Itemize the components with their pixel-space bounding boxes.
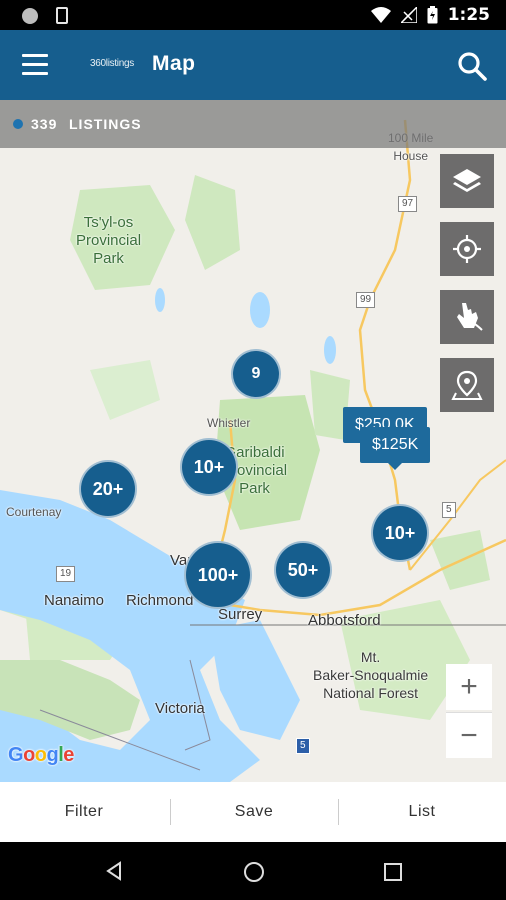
map-label-mt-baker: Mt. Baker-Snoqualmie National Forest	[313, 649, 429, 701]
menu-icon[interactable]	[22, 54, 48, 76]
app-bar: 360listings Map	[0, 30, 506, 100]
draw-button[interactable]	[440, 290, 494, 344]
locate-button[interactable]	[440, 222, 494, 276]
app-logo: 360listings	[90, 58, 134, 69]
map-background	[0, 119, 506, 782]
pin-button[interactable]	[440, 358, 494, 412]
zoom-out-button[interactable]: −	[446, 712, 492, 758]
cluster-marker[interactable]: 100+	[184, 541, 252, 609]
cluster-marker[interactable]: 10+	[180, 438, 238, 496]
home-icon[interactable]	[243, 861, 265, 883]
crosshair-icon	[453, 235, 481, 263]
google-letter: G	[8, 744, 24, 766]
layers-icon	[453, 169, 481, 192]
listing-count-bar: 339 LISTINGS	[0, 100, 506, 148]
route-shield-5: 5	[442, 502, 456, 518]
system-nav-bar	[0, 842, 506, 900]
map-label-tsylos-park: Ts'yl-os Provincial Park	[76, 214, 142, 267]
back-icon[interactable]	[104, 861, 124, 881]
cluster-marker[interactable]: 20+	[79, 460, 137, 518]
wifi-icon	[370, 7, 391, 23]
phone-icon	[56, 7, 68, 24]
save-button[interactable]: Save	[170, 782, 338, 842]
route-shield-i5: 5	[296, 738, 310, 754]
google-attribution: Google	[8, 744, 74, 766]
clock-time: 1:25	[447, 5, 490, 25]
signal-icon	[400, 7, 417, 23]
page-title: Map	[152, 52, 196, 75]
map-label-victoria: Victoria	[155, 700, 205, 717]
notification-dot-icon	[22, 7, 38, 24]
map-label-richmond: Richmond	[126, 592, 194, 609]
price-marker[interactable]: $125K	[360, 427, 431, 470]
map-label-courtenay: Courtenay	[6, 505, 62, 519]
map-label-whistler: Whistler	[207, 416, 251, 430]
location-pin-icon	[451, 370, 483, 400]
listing-label: LISTINGS	[69, 116, 142, 132]
search-icon[interactable]	[456, 50, 488, 82]
layers-button[interactable]	[440, 154, 494, 208]
route-shield-99: 99	[356, 292, 376, 308]
bottom-action-bar: Filter Save List	[0, 782, 506, 842]
filter-button[interactable]: Filter	[0, 782, 168, 842]
cluster-marker[interactable]: 9	[231, 349, 281, 399]
cluster-marker[interactable]: 10+	[371, 504, 429, 562]
cluster-marker[interactable]: 50+	[274, 541, 332, 599]
recents-icon[interactable]	[384, 863, 402, 881]
battery-icon	[427, 6, 438, 24]
route-shield-19: 19	[56, 566, 76, 582]
zoom-in-button[interactable]: +	[446, 664, 492, 710]
list-button[interactable]: List	[338, 782, 506, 842]
map-view[interactable]: 100 Mile House Ts'yl-os Provincial Park …	[0, 100, 506, 782]
route-shield-97: 97	[398, 196, 418, 212]
map-label-surrey: Surrey	[218, 606, 263, 623]
map-label-nanaimo: Nanaimo	[44, 592, 105, 609]
listing-count: 339	[31, 116, 58, 132]
draw-hand-icon	[457, 303, 483, 331]
map-label-abbotsford: Abbotsford	[308, 612, 381, 629]
listing-dot-icon	[13, 119, 23, 129]
status-bar: 1:25	[0, 0, 506, 30]
